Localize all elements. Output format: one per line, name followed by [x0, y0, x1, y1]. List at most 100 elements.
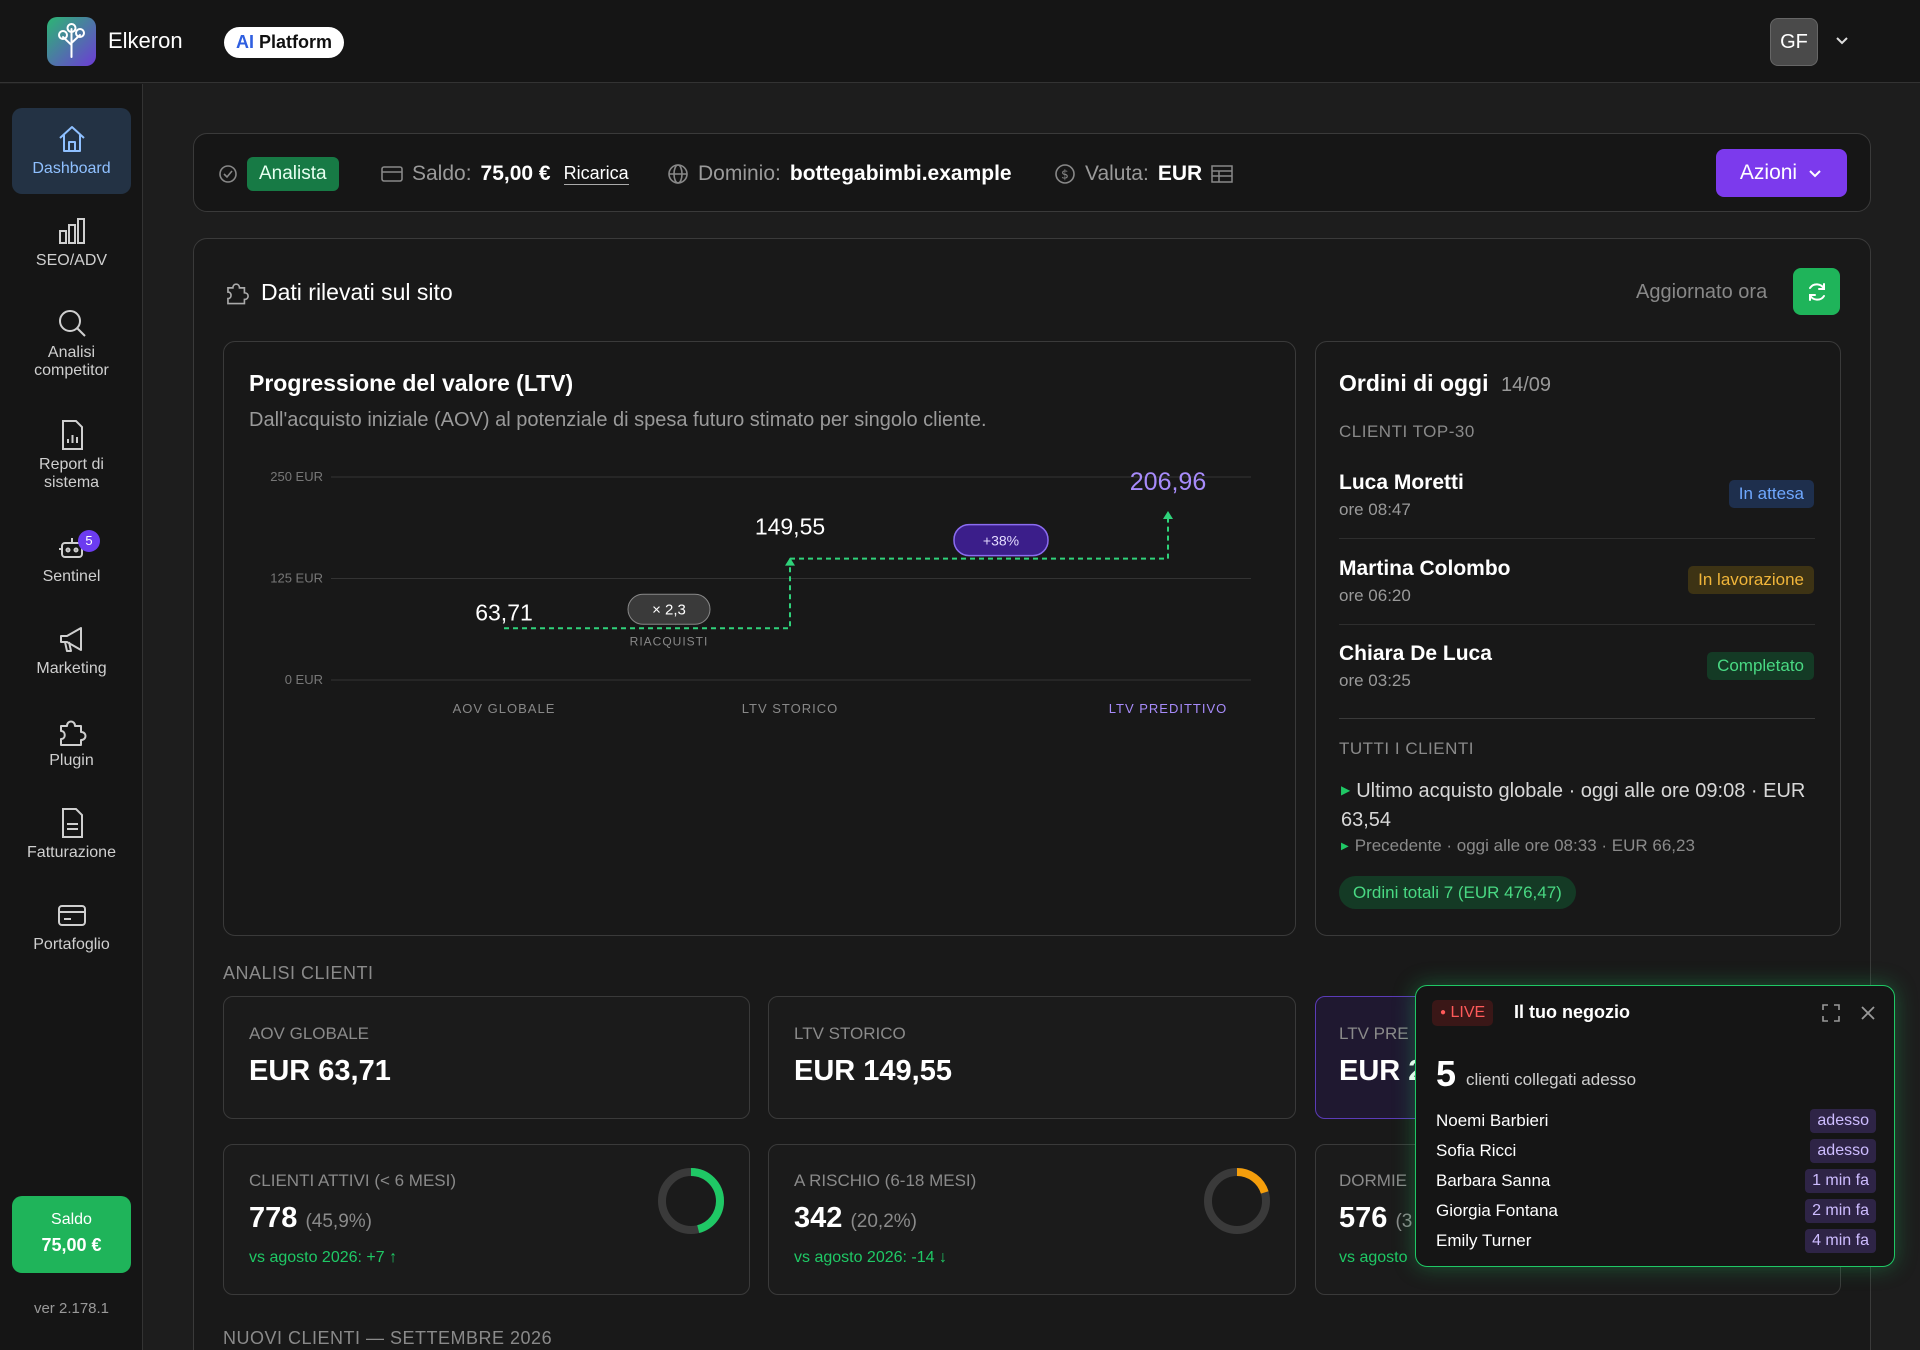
- visitor-row: Barbara Sanna 1 min fa: [1436, 1169, 1876, 1193]
- megaphone-icon: [59, 627, 82, 652]
- new-clients-label: NUOVI CLIENTI — SETTEMBRE 2026: [223, 1328, 553, 1348]
- check-circle-icon: [219, 164, 237, 183]
- report-icon: [61, 420, 83, 450]
- account-bar: Analista Saldo: 75,00 € Ricarica Dominio…: [193, 133, 1871, 212]
- user-avatar[interactable]: GF: [1770, 18, 1818, 66]
- section-title-text: Dati rilevati sul sito: [261, 278, 453, 305]
- order-customer-name[interactable]: Chiara De Luca: [1339, 642, 1492, 666]
- sidebar-item-label: Dashboard: [32, 160, 111, 177]
- y-tick-label: 250 EUR: [270, 469, 323, 484]
- dominio-value: bottegabimbi.example: [789, 161, 1012, 185]
- progress-ring: [658, 1168, 724, 1234]
- play-icon: ▶: [1341, 841, 1349, 852]
- visitor-time: adesso: [1810, 1109, 1876, 1133]
- sidebar-saldo-button[interactable]: Saldo 75,00 €: [12, 1196, 131, 1273]
- divider: [1339, 718, 1815, 719]
- sidebar-item-label: Sentinel: [42, 568, 101, 585]
- order-status-badge: Completato: [1707, 652, 1814, 680]
- order-status-badge: In lavorazione: [1688, 566, 1814, 594]
- sidebar-item-analisi-competitor[interactable]: Analisi competitor: [12, 306, 131, 380]
- live-badge: ● LIVE: [1432, 1000, 1494, 1026]
- x-category-label: LTV STORICO: [742, 701, 838, 716]
- azioni-label: Azioni: [1739, 161, 1798, 184]
- visitor-row: Noemi Barbieri adesso: [1436, 1109, 1876, 1133]
- sidebar-item-label: Portafoglio: [33, 936, 110, 953]
- orders-total-badge[interactable]: Ordini totali 7 (EUR 476,47): [1339, 876, 1576, 909]
- platform-badge: AI Platform: [224, 27, 345, 58]
- table-icon[interactable]: [1211, 164, 1233, 183]
- divider: [1339, 538, 1815, 539]
- sidebar-item-sentinel[interactable]: 5 Sentinel: [12, 530, 131, 586]
- growth-text: +38%: [983, 533, 1019, 549]
- refresh-icon: [1808, 282, 1825, 301]
- live-store-popup: ● LIVE Il tuo negozio 5 clienti collegat…: [1415, 985, 1895, 1267]
- sidebar-item-plugin[interactable]: Plugin: [12, 714, 131, 770]
- sidebar-item-seo-adv[interactable]: SEO/ADV: [12, 214, 131, 270]
- sidebar-item-label: Marketing: [36, 660, 107, 677]
- updated-status: Aggiornato ora: [1636, 281, 1768, 303]
- valuta-group: $ Valuta: EUR: [1054, 134, 1233, 213]
- brand-logo[interactable]: [47, 17, 96, 66]
- visitor-time: 2 min fa: [1805, 1199, 1876, 1223]
- valuta-value: EUR: [1157, 161, 1203, 185]
- stat-value: EUR 149,55: [794, 1055, 952, 1087]
- visitor-name: Noemi Barbieri: [1436, 1111, 1549, 1130]
- chevron-down-icon[interactable]: [1832, 30, 1852, 50]
- refresh-button[interactable]: [1793, 268, 1840, 315]
- sidebar-item-label: Fatturazione: [27, 844, 116, 861]
- card-icon: [381, 165, 403, 182]
- data-label: 63,71: [475, 599, 533, 625]
- azioni-button[interactable]: Azioni: [1716, 149, 1847, 197]
- ltv-chart: 0 EUR 125 EUR 250 EUR 63,71 149,55 206,96 × 2,…: [270, 468, 1251, 716]
- section-title: Dati rilevati sul sito: [223, 278, 453, 306]
- platform-ai-text: AI: [236, 32, 254, 52]
- sidebar-item-marketing[interactable]: Marketing: [12, 622, 131, 678]
- expand-icon[interactable]: [1820, 1002, 1842, 1024]
- live-count-label: clienti collegati adesso: [1466, 1070, 1637, 1089]
- divider: [1339, 624, 1815, 625]
- saldo-value: 75,00 €: [41, 1235, 102, 1255]
- order-customer-name[interactable]: Luca Moretti: [1339, 471, 1464, 495]
- stat-pct: (3: [1395, 1211, 1413, 1232]
- stat-comparison: vs agosto: [1339, 1249, 1408, 1266]
- svg-text:$: $: [1061, 167, 1069, 181]
- stat-label: AOV GLOBALE: [249, 1024, 369, 1043]
- sidebar-item-label: Analisi competitor: [34, 344, 109, 379]
- previous-purchase-text: Precedente · oggi alle ore 08:33 · EUR 6…: [1354, 836, 1695, 855]
- order-customer-name[interactable]: Martina Colombo: [1339, 557, 1511, 581]
- ltv-subtitle: Dall'acquisto iniziale (AOV) al potenzia…: [249, 409, 987, 431]
- stat-label: A RISCHIO (6-18 MESI): [794, 1171, 977, 1190]
- saldo-group: Saldo: 75,00 € Ricarica: [381, 134, 629, 213]
- close-icon[interactable]: [1857, 1002, 1879, 1024]
- stat-comparison: vs agosto 2026: -14 ↓: [794, 1249, 947, 1266]
- order-time: ore 03:25: [1339, 671, 1411, 690]
- top-clients-label: CLIENTI TOP-30: [1339, 422, 1475, 441]
- saldo-label: Saldo: [51, 1211, 92, 1228]
- visitor-row: Giorgia Fontana 2 min fa: [1436, 1199, 1876, 1223]
- invoice-icon: [61, 808, 83, 838]
- live-count: 5: [1436, 1053, 1457, 1094]
- analysis-label: ANALISI CLIENTI: [223, 963, 374, 983]
- visitor-name: Giorgia Fontana: [1436, 1201, 1558, 1220]
- y-tick-label: 0 EUR: [285, 672, 323, 687]
- stat-value: 342: [794, 1202, 843, 1234]
- dominio-group: Dominio: bottegabimbi.example: [667, 134, 1012, 213]
- ricarica-link[interactable]: Ricarica: [563, 163, 629, 185]
- orders-date: 14/09: [1501, 374, 1552, 396]
- sidebar-item-fatturazione[interactable]: Fatturazione: [12, 806, 131, 862]
- order-time: ore 06:20: [1339, 586, 1411, 605]
- y-tick-label: 125 EUR: [270, 571, 323, 586]
- x-category-label: AOV GLOBALE: [453, 701, 556, 716]
- sidebar-item-dashboard[interactable]: Dashboard: [12, 108, 131, 194]
- sidebar-item-portafoglio[interactable]: Portafoglio: [12, 898, 131, 954]
- stat-value: 576: [1339, 1202, 1388, 1234]
- sidebar-item-label: SEO/ADV: [35, 252, 108, 269]
- bar-chart-icon: [58, 218, 85, 244]
- visitor-time: 4 min fa: [1805, 1229, 1876, 1253]
- sidebar-item-label: Report di sistema: [39, 456, 104, 491]
- visitor-time: 1 min fa: [1805, 1169, 1876, 1193]
- x-category-label: LTV PREDITTIVO: [1109, 701, 1228, 716]
- visitor-row: Sofia Ricci adesso: [1436, 1139, 1876, 1163]
- sidebar-item-report-di-sistema[interactable]: Report di sistema: [12, 418, 131, 492]
- sidebar-item-label: Plugin: [49, 752, 94, 769]
